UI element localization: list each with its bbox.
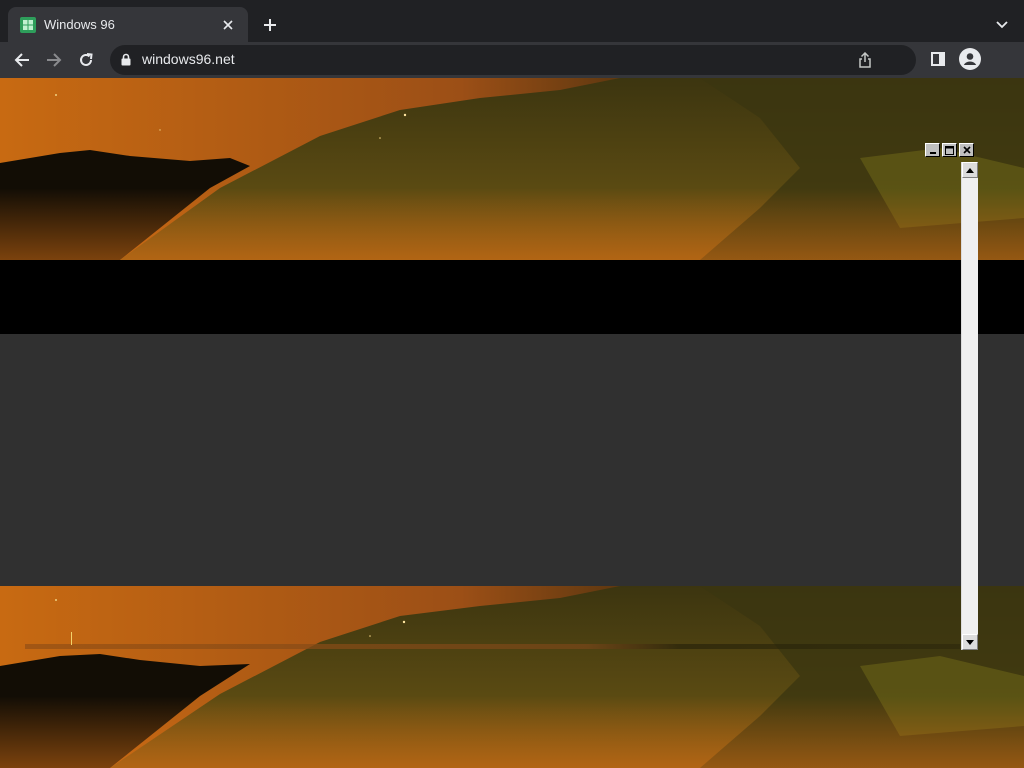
windows96-logo-icon — [20, 16, 36, 33]
minimize-icon — [929, 152, 936, 154]
close-icon — [962, 146, 971, 154]
minimize-button[interactable] — [925, 143, 940, 157]
black-band — [0, 260, 1024, 334]
desktop-wallpaper-bottom — [0, 586, 1024, 768]
arrow-down-icon — [966, 639, 974, 645]
plus-icon — [264, 19, 276, 31]
reload-icon — [80, 53, 93, 66]
browser-tab[interactable]: Windows 96 — [8, 7, 248, 42]
arrow-left-icon — [14, 53, 29, 67]
desktop-wallpaper-top — [0, 78, 1024, 260]
new-tab-button[interactable] — [258, 13, 282, 37]
profile-button[interactable] — [958, 47, 982, 71]
window-content-area[interactable] — [0, 334, 1024, 586]
side-panel-icon — [931, 52, 945, 66]
forward-button[interactable] — [40, 46, 68, 74]
horizontal-scrollbar[interactable] — [25, 644, 960, 649]
chevron-down-icon — [996, 21, 1008, 29]
back-button[interactable] — [8, 46, 36, 74]
maximize-icon — [945, 145, 954, 155]
arrow-right-icon — [47, 53, 62, 67]
side-panel-button[interactable] — [926, 47, 950, 71]
scroll-down-button[interactable] — [962, 634, 978, 650]
reload-button[interactable] — [72, 46, 100, 74]
vertical-scrollbar[interactable] — [961, 162, 978, 650]
text-caret — [71, 632, 72, 645]
share-icon[interactable] — [858, 52, 872, 68]
lock-icon[interactable] — [121, 53, 131, 66]
window-controls — [925, 143, 974, 159]
arrow-up-icon — [966, 167, 974, 173]
address-bar[interactable]: windows96.net — [110, 45, 916, 75]
tab-strip: Windows 96 — [0, 0, 1024, 42]
close-button[interactable] — [959, 143, 974, 157]
url-text[interactable]: windows96.net — [142, 51, 235, 67]
tab-title: Windows 96 — [44, 17, 115, 32]
scroll-up-button[interactable] — [962, 162, 978, 178]
tab-search-button[interactable] — [990, 13, 1014, 37]
browser-toolbar: windows96.net — [0, 42, 1024, 78]
profile-icon — [959, 48, 981, 70]
close-icon[interactable] — [218, 15, 238, 35]
page-viewport[interactable] — [0, 78, 1024, 768]
maximize-button[interactable] — [942, 143, 957, 157]
